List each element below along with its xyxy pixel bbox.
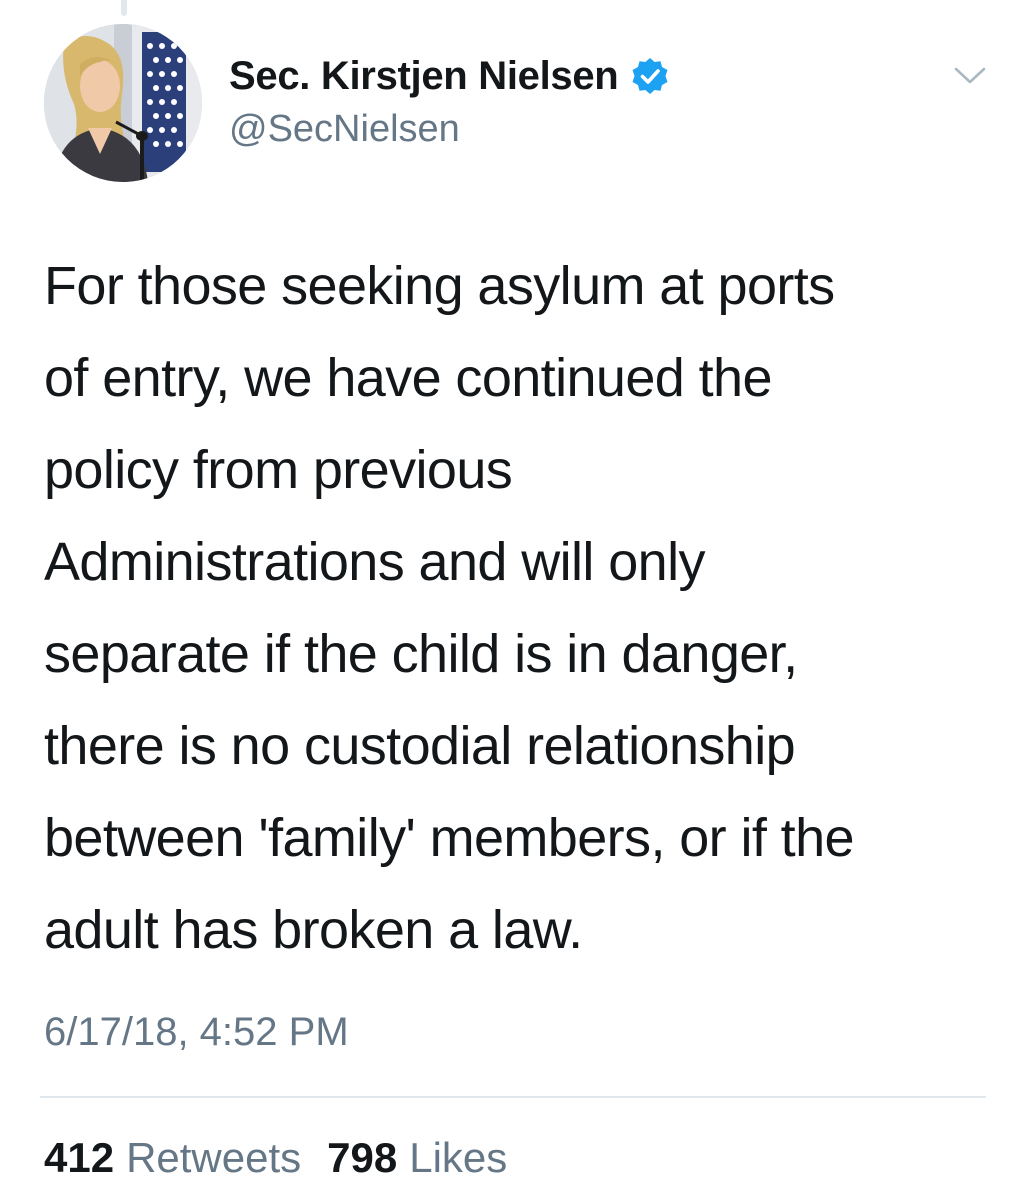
tweet-text-line: For those seeking asylum at ports	[44, 256, 835, 316]
tweet-text-line: separate if the child is in danger,	[44, 624, 798, 684]
tweet-timestamp[interactable]: 6/17/18, 4:52 PM	[44, 1010, 349, 1055]
retweets-label: Retweets	[126, 1134, 302, 1181]
chevron-down-icon[interactable]	[950, 60, 990, 90]
tweet-text-line: Administrations and will only	[44, 532, 706, 592]
author-name-row[interactable]: Sec. Kirstjen Nielsen	[229, 52, 670, 100]
likes-label: Likes	[409, 1134, 508, 1181]
tweet-text: For those seeking asylum at ports of ent…	[44, 240, 984, 976]
tweet-text-line: adult has broken a law.	[44, 900, 583, 960]
likes-stat[interactable]: 798 Likes	[327, 1134, 507, 1182]
tweet-text-line: of entry, we have continued the	[44, 348, 772, 408]
tweet-text-line: between 'family' members, or if the	[44, 808, 855, 868]
verified-badge-icon	[630, 56, 670, 96]
avatar[interactable]	[44, 24, 202, 182]
author-handle[interactable]: @SecNielsen	[229, 108, 460, 151]
avatar-photo	[44, 24, 202, 182]
likes-count: 798	[327, 1134, 398, 1181]
retweets-stat[interactable]: 412 Retweets	[44, 1134, 301, 1182]
divider	[40, 1096, 986, 1098]
tweet-text-line: there is no custodial relationship	[44, 716, 796, 776]
thread-connector-line	[121, 0, 127, 16]
author-display-name[interactable]: Sec. Kirstjen Nielsen	[229, 54, 619, 99]
tweet-stats: 412 Retweets 798 Likes	[44, 1134, 507, 1182]
retweets-count: 412	[44, 1134, 115, 1181]
tweet-text-line: policy from previous	[44, 440, 513, 500]
